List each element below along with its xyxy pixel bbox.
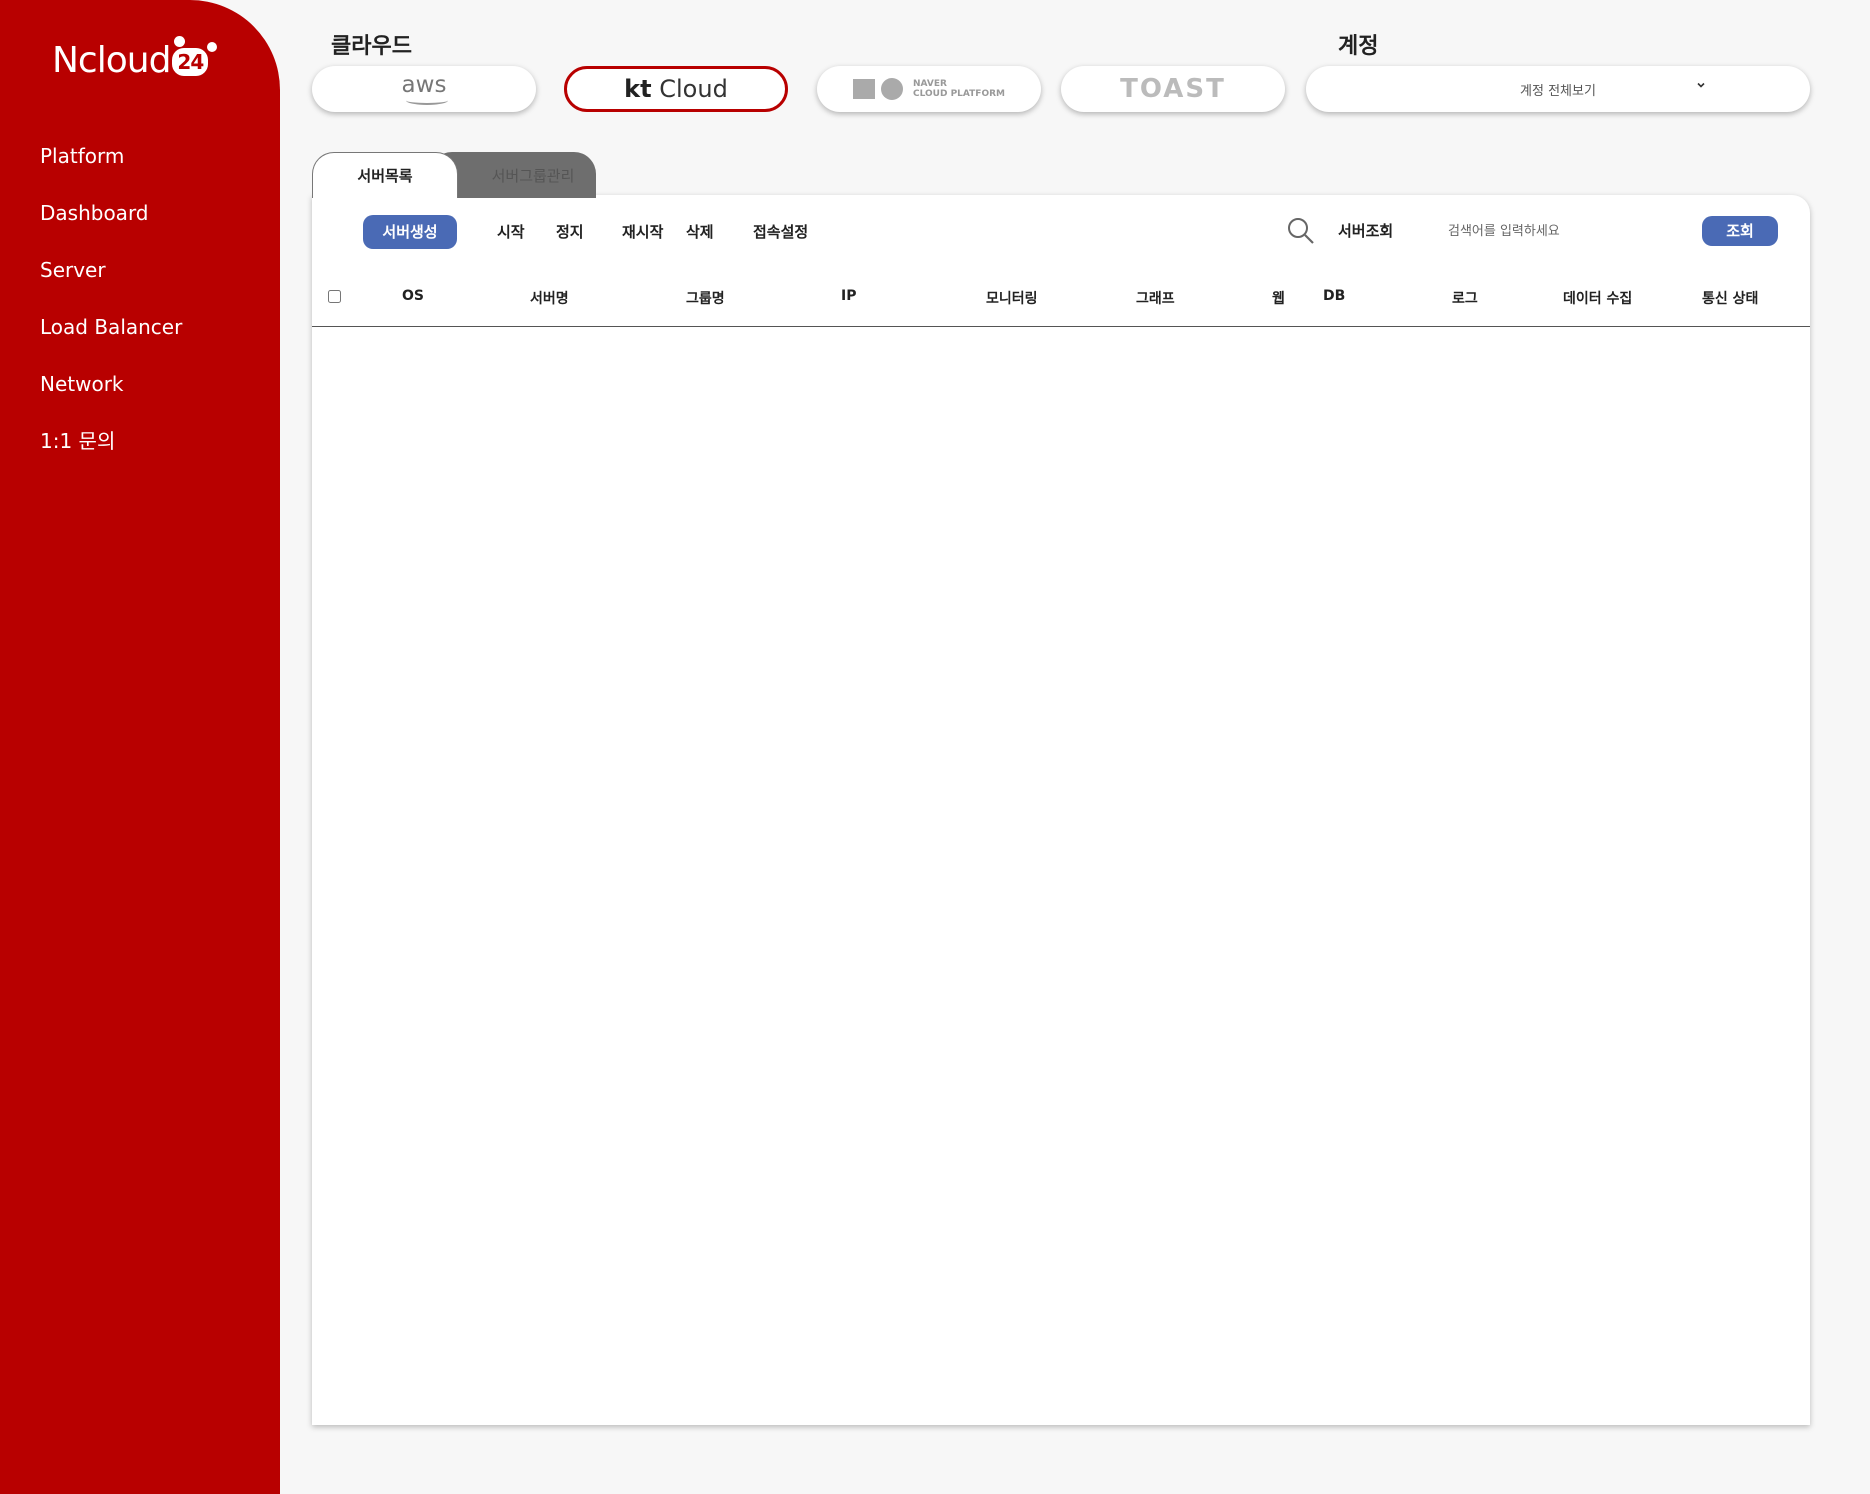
naver-logo-line1: NAVER	[912, 79, 947, 89]
column-header-db: DB	[1323, 288, 1346, 304]
account-section-label: 계정	[1338, 34, 1379, 59]
cloud-aws-button[interactable]: aws	[312, 66, 536, 112]
search-label: 서버조회	[1338, 222, 1394, 240]
column-header-log: 로그	[1452, 291, 1478, 307]
naver-cloud-logo: NAVER CLOUD PLATFORM	[852, 78, 1005, 100]
column-header-web: 웹	[1272, 291, 1285, 307]
aws-logo-text: aws	[401, 72, 447, 98]
column-header-group-name: 그룹명	[686, 291, 725, 307]
connect-settings-button[interactable]: 접속설정	[753, 215, 808, 249]
restart-button[interactable]: 재시작	[622, 215, 663, 249]
search-input[interactable]	[1448, 218, 1678, 244]
naver-square-icon	[852, 79, 875, 99]
column-header-monitoring: 모니터링	[986, 291, 1038, 307]
tab-connector	[313, 190, 457, 200]
naver-logo-line2: CLOUD PLATFORM	[912, 89, 1005, 99]
cloud-section-label: 클라우드	[331, 34, 412, 59]
column-header-os: OS	[402, 288, 424, 304]
nav-item-platform[interactable]: Platform	[40, 136, 182, 193]
chevron-down-icon	[1696, 78, 1706, 94]
column-header-graph: 그래프	[1136, 291, 1175, 307]
account-select-value: 계정 전체보기	[1520, 84, 1596, 99]
query-button[interactable]: 조회	[1702, 216, 1778, 246]
stop-button[interactable]: 정지	[556, 215, 584, 249]
toast-logo: TOAST	[1120, 74, 1226, 104]
aws-logo: aws	[401, 72, 448, 105]
column-header-connection-status: 통신 상태	[1702, 291, 1759, 307]
nav-item-load-balancer[interactable]: Load Balancer	[40, 307, 182, 364]
naver-logo-text: NAVER CLOUD PLATFORM	[913, 79, 1005, 99]
kt-logo-mark: kt	[624, 75, 652, 103]
account-select[interactable]: 계정 전체보기	[1306, 66, 1810, 112]
nav-item-dashboard[interactable]: Dashboard	[40, 193, 182, 250]
table-header-divider	[312, 326, 1810, 327]
logo-badge: 24	[172, 36, 218, 76]
cloud-naver-button[interactable]: NAVER CLOUD PLATFORM	[817, 66, 1041, 112]
kt-cloud-logo: kt Cloud	[624, 75, 728, 103]
server-list-panel	[312, 195, 1810, 1425]
sidebar-nav: Platform Dashboard Server Load Balancer …	[40, 136, 182, 478]
nav-item-inquiry[interactable]: 1:1 문의	[40, 421, 182, 478]
column-header-data-collection: 데이터 수집	[1563, 291, 1633, 307]
column-header-server-name: 서버명	[530, 291, 569, 307]
select-all-checkbox[interactable]	[328, 290, 341, 303]
cloud-toast-button[interactable]: TOAST	[1061, 66, 1285, 112]
create-server-button[interactable]: 서버생성	[363, 215, 457, 249]
ncloud24-logo[interactable]: Ncloud 24	[52, 36, 218, 81]
start-button[interactable]: 시작	[497, 215, 525, 249]
search-icon[interactable]	[1286, 216, 1316, 246]
nav-item-network[interactable]: Network	[40, 364, 182, 421]
kt-logo-text: Cloud	[659, 75, 728, 103]
nav-item-server[interactable]: Server	[40, 250, 182, 307]
aws-smile-icon	[405, 96, 448, 105]
delete-button[interactable]: 삭제	[686, 215, 714, 249]
naver-circle-icon	[880, 78, 903, 100]
logo-text: Ncloud	[52, 40, 171, 81]
sidebar: Ncloud 24 Platform Dashboard Server Load…	[0, 0, 280, 1494]
column-header-ip: IP	[841, 288, 857, 304]
cloud-kt-button[interactable]: kt Cloud	[564, 66, 788, 112]
